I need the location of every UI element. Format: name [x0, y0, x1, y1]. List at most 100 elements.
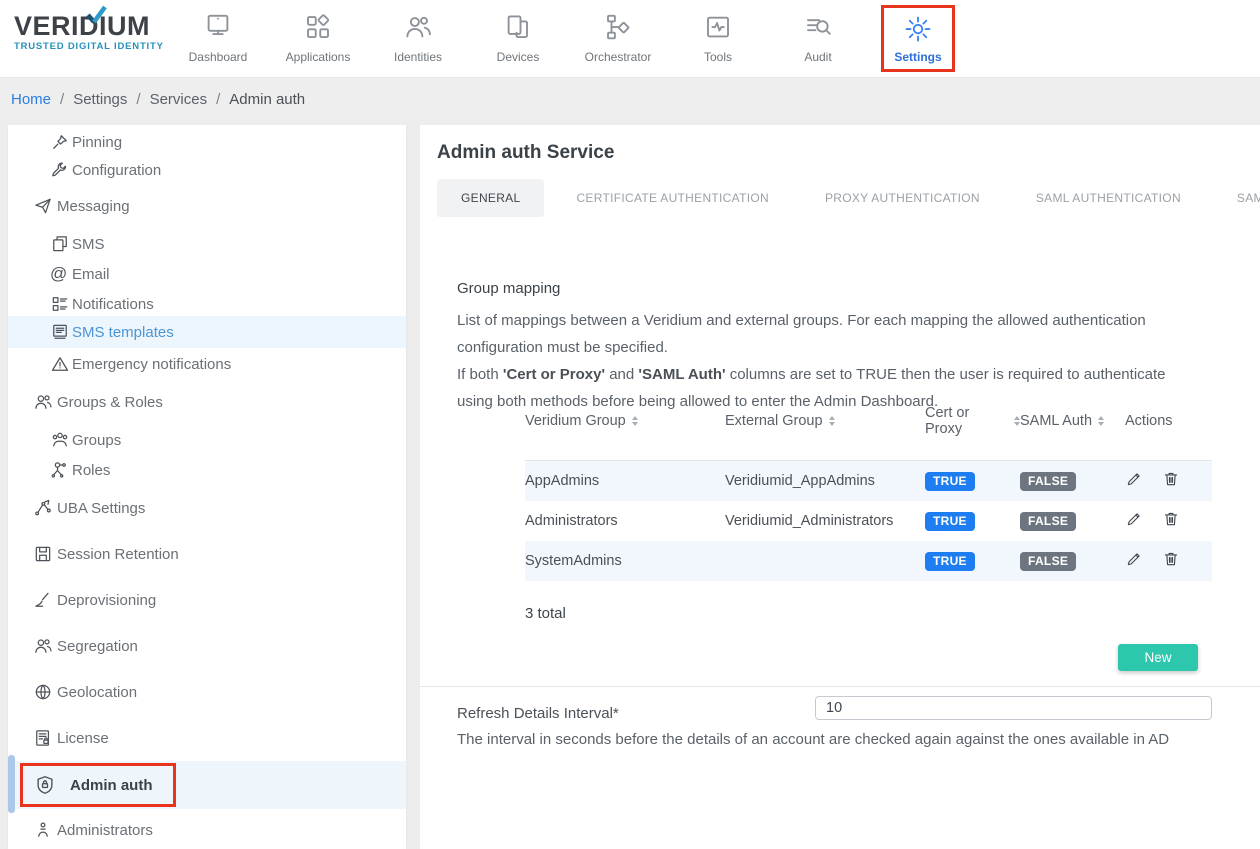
sidebar-item-roles[interactable]: Roles: [8, 455, 406, 485]
sidebar-item-geolocation[interactable]: Geolocation: [8, 677, 406, 707]
trash-icon: [1162, 550, 1180, 568]
people-icon: [33, 392, 53, 412]
settings-annotation-box: Settings: [881, 5, 954, 72]
sidebar-item-sms[interactable]: SMS: [8, 229, 406, 259]
refresh-interval-input[interactable]: [815, 696, 1212, 720]
sidebar-item-license[interactable]: License: [8, 723, 406, 753]
delete-button[interactable]: [1162, 510, 1180, 531]
breadcrumb-services[interactable]: Services: [150, 91, 208, 108]
sidebar-item-label: Geolocation: [57, 684, 137, 701]
nav-item-identities[interactable]: Identities: [368, 0, 468, 78]
sidebar-item-emergency-notifications[interactable]: Emergency notifications: [8, 349, 406, 379]
sidebar-item-groups-roles[interactable]: Groups & Roles: [8, 387, 406, 417]
admin-auth-annotation-box: Admin auth: [20, 763, 176, 807]
status-badge: TRUE: [925, 552, 975, 571]
globe-icon: [33, 682, 53, 702]
nav-label: Settings: [894, 50, 941, 64]
tab-bar: GENERAL CERTIFICATE AUTHENTICATION PROXY…: [437, 179, 1260, 217]
column-label: Veridium Group: [525, 413, 626, 429]
sidebar-item-label: Emergency notifications: [72, 356, 231, 373]
breadcrumb-separator: /: [60, 91, 64, 108]
sidebar-item-session-retention[interactable]: Session Retention: [8, 539, 406, 569]
breadcrumb-settings[interactable]: Settings: [73, 91, 127, 108]
new-button[interactable]: New: [1118, 644, 1198, 671]
person-icon: [33, 820, 53, 840]
tab-general[interactable]: GENERAL: [437, 179, 544, 217]
main-content-panel: Admin auth Service GENERAL CERTIFICATE A…: [420, 125, 1260, 849]
sidebar-item-label: Notifications: [72, 296, 154, 313]
devices-icon: [503, 12, 533, 42]
edit-button[interactable]: [1125, 510, 1143, 531]
table-row: Administrators Veridiumid_Administrators…: [525, 501, 1212, 541]
cell-veridium-group: AppAdmins: [525, 473, 725, 489]
sidebar-item-label: Messaging: [57, 198, 130, 215]
brand-logo[interactable]: VERIDIUM TRUSTED DIGITAL IDENTITY: [14, 12, 164, 52]
delete-button[interactable]: [1162, 470, 1180, 491]
dashboard-icon: [203, 12, 233, 42]
sidebar-item-deprovisioning[interactable]: Deprovisioning: [8, 585, 406, 615]
section-divider: [420, 686, 1260, 687]
pin-icon: [50, 132, 70, 152]
sidebar-item-label: Groups & Roles: [57, 394, 163, 411]
breadcrumb-home[interactable]: Home: [11, 91, 51, 108]
column-header-cert-or-proxy[interactable]: Cert or Proxy: [925, 405, 1020, 437]
sidebar-item-email[interactable]: @ Email: [8, 259, 406, 289]
sidebar-item-pinning[interactable]: Pinning: [8, 127, 406, 157]
sidebar-item-segregation[interactable]: Segregation: [8, 631, 406, 661]
edit-button[interactable]: [1125, 470, 1143, 491]
delete-button[interactable]: [1162, 550, 1180, 571]
orchestrator-icon: [603, 12, 633, 42]
top-navigation-bar: VERIDIUM TRUSTED DIGITAL IDENTITY Dashbo…: [0, 0, 1260, 78]
nav-item-audit[interactable]: Audit: [768, 0, 868, 78]
sort-icon: [1098, 416, 1104, 426]
sidebar-item-groups[interactable]: Groups: [8, 425, 406, 455]
sidebar-item-label: Administrators: [57, 822, 153, 839]
sidebar-scrollbar-thumb[interactable]: [8, 755, 15, 813]
nav-item-orchestrator[interactable]: Orchestrator: [568, 0, 668, 78]
nav-item-tools[interactable]: Tools: [668, 0, 768, 78]
applications-icon: [303, 12, 333, 42]
column-label: Actions: [1125, 413, 1173, 429]
refresh-interval-label: Refresh Details Interval*: [457, 705, 619, 722]
nav-item-dashboard[interactable]: Dashboard: [168, 0, 268, 78]
sidebar-item-notifications[interactable]: Notifications: [8, 289, 406, 319]
nav-item-devices[interactable]: Devices: [468, 0, 568, 78]
sidebar-item-uba-settings[interactable]: UBA Settings: [8, 493, 406, 523]
nav-label: Dashboard: [189, 50, 248, 64]
sidebar-item-administrators[interactable]: Administrators: [8, 815, 406, 845]
column-header-external-group[interactable]: External Group: [725, 413, 925, 429]
sidebar-item-label: Segregation: [57, 638, 138, 655]
column-header-veridium-group[interactable]: Veridium Group: [525, 413, 725, 429]
status-badge: TRUE: [925, 472, 975, 491]
nav-item-settings[interactable]: Settings: [868, 0, 968, 78]
sidebar-item-label: Session Retention: [57, 546, 179, 563]
main-nav: Dashboard Applications Identities Device…: [168, 0, 968, 78]
tab-saml-authentication[interactable]: SAML AUTHENTICATION: [1012, 179, 1205, 217]
column-header-saml-auth[interactable]: SAML Auth: [1020, 413, 1125, 429]
sidebar-item-label: Deprovisioning: [57, 592, 156, 609]
nav-item-applications[interactable]: Applications: [268, 0, 368, 78]
nav-label: Identities: [394, 50, 442, 64]
pencil-icon: [1125, 470, 1143, 488]
sidebar-item-label: UBA Settings: [57, 500, 145, 517]
sidebar-item-label: Email: [72, 266, 110, 283]
sidebar-item-admin-auth[interactable]: Admin auth: [8, 761, 406, 809]
tab-saml-keys[interactable]: SAML KE: [1213, 179, 1260, 217]
sidebar-item-messaging[interactable]: Messaging: [8, 191, 406, 221]
sidebar-item-configuration[interactable]: Configuration: [8, 155, 406, 185]
trash-icon: [1162, 470, 1180, 488]
nav-label: Applications: [286, 50, 351, 64]
column-label: External Group: [725, 413, 823, 429]
sidebar-item-sms-templates[interactable]: SMS templates: [8, 316, 406, 348]
brand-tagline: TRUSTED DIGITAL IDENTITY: [14, 41, 164, 52]
tab-proxy-authentication[interactable]: PROXY AUTHENTICATION: [801, 179, 1004, 217]
sidebar-item-label: SMS templates: [72, 324, 174, 341]
gear-icon: [903, 14, 933, 44]
tab-certificate-authentication[interactable]: CERTIFICATE AUTHENTICATION: [552, 179, 792, 217]
sidebar-item-label: License: [57, 730, 109, 747]
edit-button[interactable]: [1125, 550, 1143, 571]
breadcrumb-separator: /: [216, 91, 220, 108]
sort-icon: [829, 416, 835, 426]
sidebar-item-label: SMS: [72, 236, 105, 253]
status-badge: TRUE: [925, 512, 975, 531]
